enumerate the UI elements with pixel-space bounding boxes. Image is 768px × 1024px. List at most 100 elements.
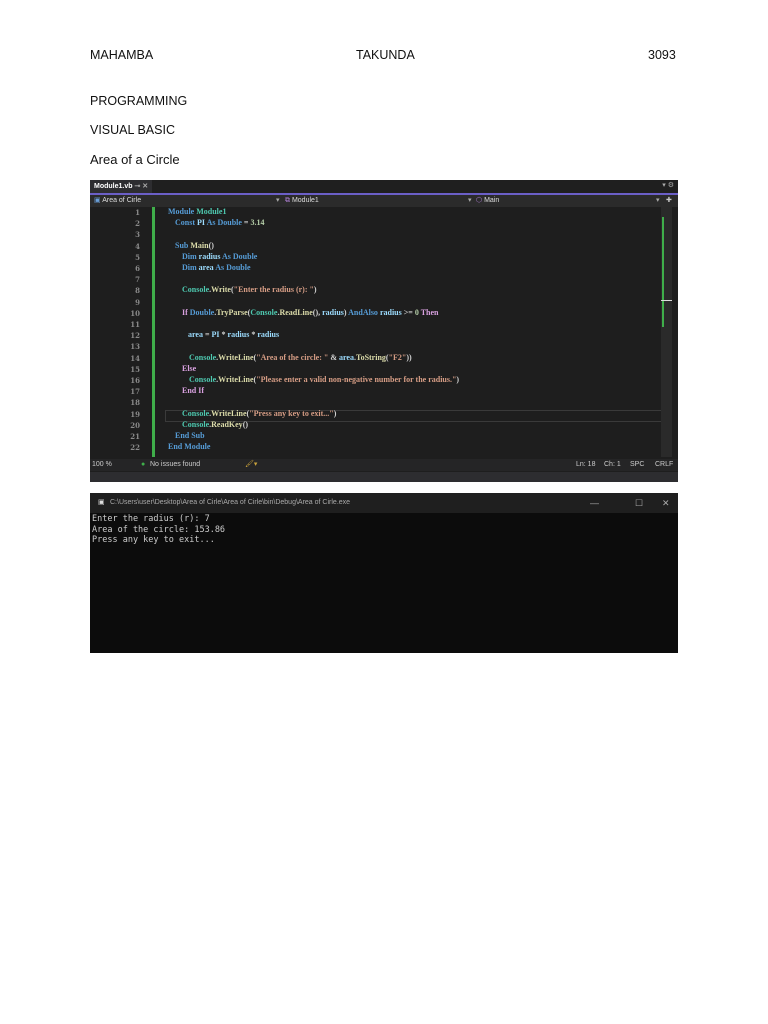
project-dropdown[interactable]: ▣ Area of Cirle [94,195,141,207]
console-line: Enter the radius (r): 7 [92,514,210,524]
line-number: 1 [135,208,140,217]
code-line[interactable]: Sub Main() [175,241,214,250]
code-token: Const [175,218,198,228]
code-token: PI [211,330,222,340]
code-line[interactable]: Const PI As Double = 3.14 [175,218,264,227]
code-token: ) [333,408,337,418]
code-token: Double [189,307,215,317]
indentation[interactable]: SPC [630,459,644,471]
vertical-scrollbar[interactable] [661,207,672,457]
line-number: 4 [135,241,140,251]
header-number: 3093 [648,48,676,62]
issues-status[interactable]: No issues found [150,459,200,471]
code-token: Then [420,307,439,317]
code-token: Double [226,263,251,272]
pin-icon[interactable]: ⊸ [134,183,140,190]
code-token: Module1 [196,207,227,216]
line-number: 8 [135,286,140,296]
code-token: Module [168,207,197,216]
code-token: () [208,240,214,250]
code-editor[interactable]: 1 Module Module1 2 Const PI As Double = 3.1… [90,207,678,457]
line-number: 18 [130,398,140,408]
code-token: () [242,419,249,429]
document-title: Area of a Circle [90,152,180,167]
code-token: "F2" [388,352,407,362]
member-dropdown[interactable]: ⬡ Main [476,195,499,207]
chevron-down-icon[interactable]: ▾ [468,195,472,207]
code-token: "Enter the radius (r): " [233,285,314,295]
code-token: Console [189,352,217,362]
line-number: 20 [130,420,140,430]
code-token: WriteLine [218,375,254,384]
line-number: 7 [135,275,140,285]
code-token: Sub [175,240,191,250]
settings-icon[interactable]: ▾ ⚙ [662,181,674,189]
tab-module1[interactable]: Module1.vb ⊸ ✕ [90,180,153,193]
code-token: Console [182,419,210,429]
code-line[interactable]: Console.Write("Enter the radius (r): ") [182,285,317,294]
code-token: ToString [355,352,386,362]
code-line[interactable]: Module Module1 [168,207,226,216]
chevron-down-icon[interactable]: ▾ [276,195,280,207]
navigation-bar: ▣ Area of Cirle ▾ ⧉ Module1 ▾ ⬡ Main ▾ ✚ [90,195,678,207]
code-line[interactable]: Dim radius As Double [182,252,257,261]
code-line[interactable]: Console.ReadKey() [182,420,248,429]
code-token: ) [313,285,317,295]
code-token: Main [190,240,209,250]
code-token: area [198,263,216,272]
code-line[interactable]: If Double.TryParse(Console.ReadLine(), r… [182,308,439,317]
code-line[interactable]: Else [182,364,196,373]
code-line[interactable]: Console.WriteLine("Press any key to exit… [182,409,336,418]
module-dropdown[interactable]: ⧉ Module1 [285,195,319,207]
line-number: 12 [130,331,140,341]
code-line[interactable]: Console.WriteLine("Area of the circle: "… [189,353,412,362]
method-icon: ⬡ [476,197,483,204]
line-number: 2 [135,219,140,229]
line-number: 19 [130,409,140,419]
line-number: 5 [135,252,140,262]
zoom-level[interactable]: 100 % [92,459,112,471]
subject: PROGRAMMING [90,94,188,108]
code-line[interactable]: End If [182,386,204,395]
code-line[interactable]: Console.WriteLine("Please enter a valid … [189,375,459,384]
line-endings[interactable]: CRLF [655,459,673,471]
code-token: Console [189,375,217,384]
close-button[interactable]: ✕ [662,493,670,513]
code-token: ) [456,375,460,384]
line-number: 3 [135,230,140,240]
split-icon[interactable]: ✚ [666,195,672,207]
code-token: )) [406,352,412,362]
console-path: C:\Users\user\Desktop\Area of Cirle\Area… [110,499,351,506]
code-line[interactable]: Dim area As Double [182,263,251,272]
column-number: Ch: 1 [604,461,621,468]
maximize-button[interactable]: ☐ [635,493,643,513]
chevron-down-icon[interactable]: ▾ [656,195,660,207]
code-token: radius [227,330,252,340]
code-token: radius [257,330,280,340]
code-line[interactable]: End Module [168,442,210,451]
code-token: Dim [182,263,199,272]
line-number: 17 [130,387,140,397]
close-icon[interactable]: ✕ [142,183,148,190]
code-line[interactable]: End Sub [175,431,205,440]
console-line: Area of the circle: 153.86 [92,524,226,535]
code-token: WriteLine [211,408,247,418]
code-token: If [182,307,190,317]
console-icon: ▣ [98,499,105,506]
code-token: radius [198,251,223,261]
code-line[interactable]: area = PI * radius * radius [188,330,279,339]
code-token: ReadKey [211,419,243,429]
code-token: Else [182,363,197,373]
tab-bar: Module1.vb ⊸ ✕ ▾ ⚙ [90,180,678,195]
brush-icon[interactable]: 🖌▾ [245,459,257,471]
code-token: WriteLine [218,352,254,362]
code-token: As [206,218,218,228]
code-token: radius [379,307,404,317]
tab-label: Module1.vb [94,183,133,190]
minimize-button[interactable]: — [590,493,599,513]
code-token: "Area of the circle: " [256,352,329,362]
console-output: Enter the radius (r): 7 Area of the circl… [92,514,225,546]
code-token: Write [211,285,231,295]
code-token: As [222,251,233,261]
code-token: PI [197,218,207,228]
